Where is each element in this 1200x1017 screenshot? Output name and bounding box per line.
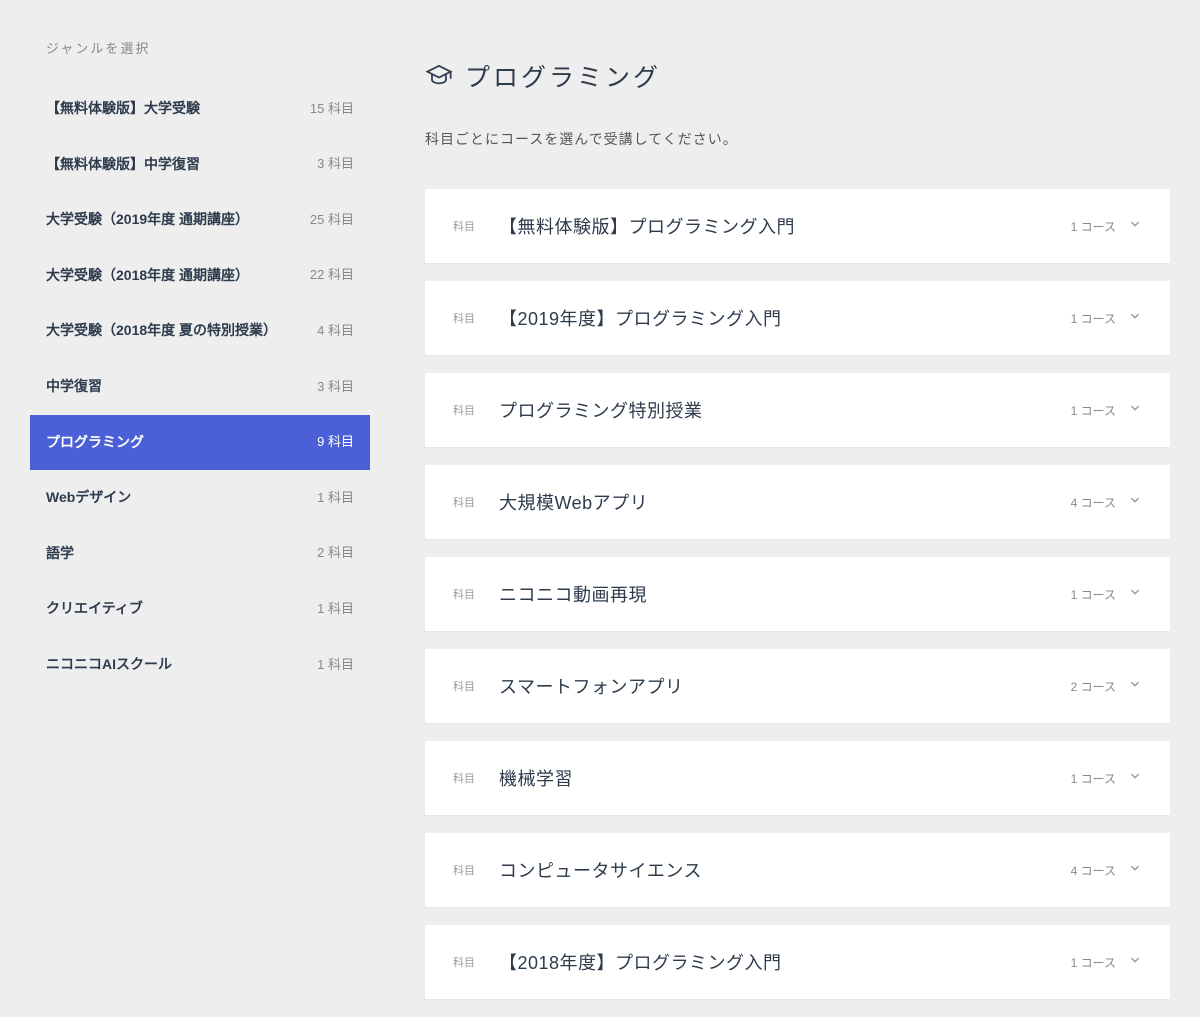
subject-card[interactable]: 科目 プログラミング特別授業1 コース: [425, 373, 1170, 447]
subject-title: 【2019年度】プログラミング入門: [499, 305, 1071, 331]
graduation-cap-icon: [425, 60, 453, 93]
subject-badge: 科目: [453, 678, 475, 694]
subject-badge: 科目: [453, 310, 475, 326]
genre-item[interactable]: 大学受験（2018年度 夏の特別授業） 4 科目: [30, 303, 370, 359]
subject-course-count: 1 コース: [1071, 770, 1116, 787]
subject-badge: 科目: [453, 586, 475, 602]
subject-card[interactable]: 科目 【2018年度】プログラミング入門1 コース: [425, 925, 1170, 999]
genre-item-count: 15 科目: [310, 100, 354, 118]
genre-item[interactable]: 大学受験（2019年度 通期講座） 25 科目: [30, 192, 370, 248]
genre-item-count: 25 科目: [310, 211, 354, 229]
genre-item-label: 語学: [46, 544, 307, 564]
genre-item-label: プログラミング: [46, 433, 307, 453]
subject-title: プログラミング特別授業: [499, 397, 1071, 423]
genre-item-count: 1 科目: [317, 489, 354, 507]
genre-item-count: 9 科目: [317, 433, 354, 451]
subject-badge: 科目: [453, 402, 475, 418]
chevron-down-icon: [1128, 401, 1142, 420]
subject-course-count: 1 コース: [1071, 954, 1116, 971]
subject-title: ニコニコ動画再現: [499, 581, 1071, 607]
genre-item-label: Webデザイン: [46, 488, 307, 508]
genre-list: 【無料体験版】大学受験15 科目【無料体験版】中学復習3 科目大学受験（2019…: [30, 81, 370, 693]
subject-title: 大規模Webアプリ: [499, 489, 1071, 515]
genre-item-count: 22 科目: [310, 266, 354, 284]
chevron-down-icon: [1128, 861, 1142, 880]
genre-item[interactable]: 語学 2 科目: [30, 526, 370, 582]
chevron-down-icon: [1128, 953, 1142, 972]
subject-course-count: 1 コース: [1071, 310, 1116, 327]
subject-course-count: 2 コース: [1071, 678, 1116, 695]
genre-item-count: 3 科目: [317, 155, 354, 173]
genre-item-label: 【無料体験版】中学復習: [46, 155, 307, 175]
genre-item-label: 大学受験（2019年度 通期講座）: [46, 210, 300, 230]
subject-title: 機械学習: [499, 765, 1071, 791]
genre-item-count: 1 科目: [317, 656, 354, 674]
genre-item-label: クリエイティブ: [46, 599, 307, 619]
sidebar-title: ジャンルを選択: [30, 30, 370, 81]
genre-item-count: 3 科目: [317, 378, 354, 396]
subject-card[interactable]: 科目 大規模Webアプリ4 コース: [425, 465, 1170, 539]
subject-card[interactable]: 科目 【無料体験版】プログラミング入門1 コース: [425, 189, 1170, 263]
subject-badge: 科目: [453, 954, 475, 970]
subject-card[interactable]: 科目 スマートフォンアプリ2 コース: [425, 649, 1170, 723]
chevron-down-icon: [1128, 677, 1142, 696]
subject-title: 【無料体験版】プログラミング入門: [499, 213, 1071, 239]
chevron-down-icon: [1128, 585, 1142, 604]
page-header: プログラミング: [425, 58, 1170, 94]
subject-badge: 科目: [453, 862, 475, 878]
genre-item-count: 2 科目: [317, 544, 354, 562]
subject-course-count: 4 コース: [1071, 494, 1116, 511]
genre-item[interactable]: 【無料体験版】中学復習 3 科目: [30, 137, 370, 193]
subject-course-count: 1 コース: [1071, 218, 1116, 235]
chevron-down-icon: [1128, 493, 1142, 512]
subject-list: 科目【無料体験版】プログラミング入門1 コース科目【2019年度】プログラミング…: [425, 189, 1170, 999]
subject-course-count: 1 コース: [1071, 402, 1116, 419]
subject-course-count: 1 コース: [1071, 586, 1116, 603]
genre-item[interactable]: 【無料体験版】大学受験 15 科目: [30, 81, 370, 137]
subject-title: 【2018年度】プログラミング入門: [499, 949, 1071, 975]
subject-card[interactable]: 科目 コンピュータサイエンス4 コース: [425, 833, 1170, 907]
main-content: プログラミング 科目ごとにコースを選んで受講してください。 科目 【無料体験版】プ…: [370, 30, 1170, 1017]
subject-card[interactable]: 科目 【2019年度】プログラミング入門1 コース: [425, 281, 1170, 355]
genre-item[interactable]: Webデザイン 1 科目: [30, 470, 370, 526]
chevron-down-icon: [1128, 217, 1142, 236]
subject-badge: 科目: [453, 218, 475, 234]
genre-item[interactable]: ニコニコAIスクール 1 科目: [30, 637, 370, 693]
genre-item-count: 4 科目: [317, 322, 354, 340]
chevron-down-icon: [1128, 309, 1142, 328]
genre-item-count: 1 科目: [317, 600, 354, 618]
genre-item[interactable]: 中学復習 3 科目: [30, 359, 370, 415]
genre-item-label: 大学受験（2018年度 夏の特別授業）: [46, 321, 307, 341]
subject-badge: 科目: [453, 770, 475, 786]
subject-card[interactable]: 科目 機械学習1 コース: [425, 741, 1170, 815]
subject-badge: 科目: [453, 494, 475, 510]
page-title: プログラミング: [465, 58, 661, 94]
subject-title: コンピュータサイエンス: [499, 857, 1071, 883]
genre-item[interactable]: 大学受験（2018年度 通期講座） 22 科目: [30, 248, 370, 304]
subject-card[interactable]: 科目 ニコニコ動画再現1 コース: [425, 557, 1170, 631]
genre-item-label: ニコニコAIスクール: [46, 655, 307, 675]
genre-item[interactable]: プログラミング 9 科目: [30, 415, 370, 471]
genre-item-label: 大学受験（2018年度 通期講座）: [46, 266, 300, 286]
chevron-down-icon: [1128, 769, 1142, 788]
genre-item[interactable]: クリエイティブ 1 科目: [30, 581, 370, 637]
subject-title: スマートフォンアプリ: [499, 673, 1071, 699]
sidebar: ジャンルを選択 【無料体験版】大学受験15 科目【無料体験版】中学復習3 科目大…: [30, 30, 370, 1017]
subject-course-count: 4 コース: [1071, 862, 1116, 879]
genre-item-label: 【無料体験版】大学受験: [46, 99, 300, 119]
genre-item-label: 中学復習: [46, 377, 307, 397]
page-subtitle: 科目ごとにコースを選んで受講してください。: [425, 129, 1170, 149]
